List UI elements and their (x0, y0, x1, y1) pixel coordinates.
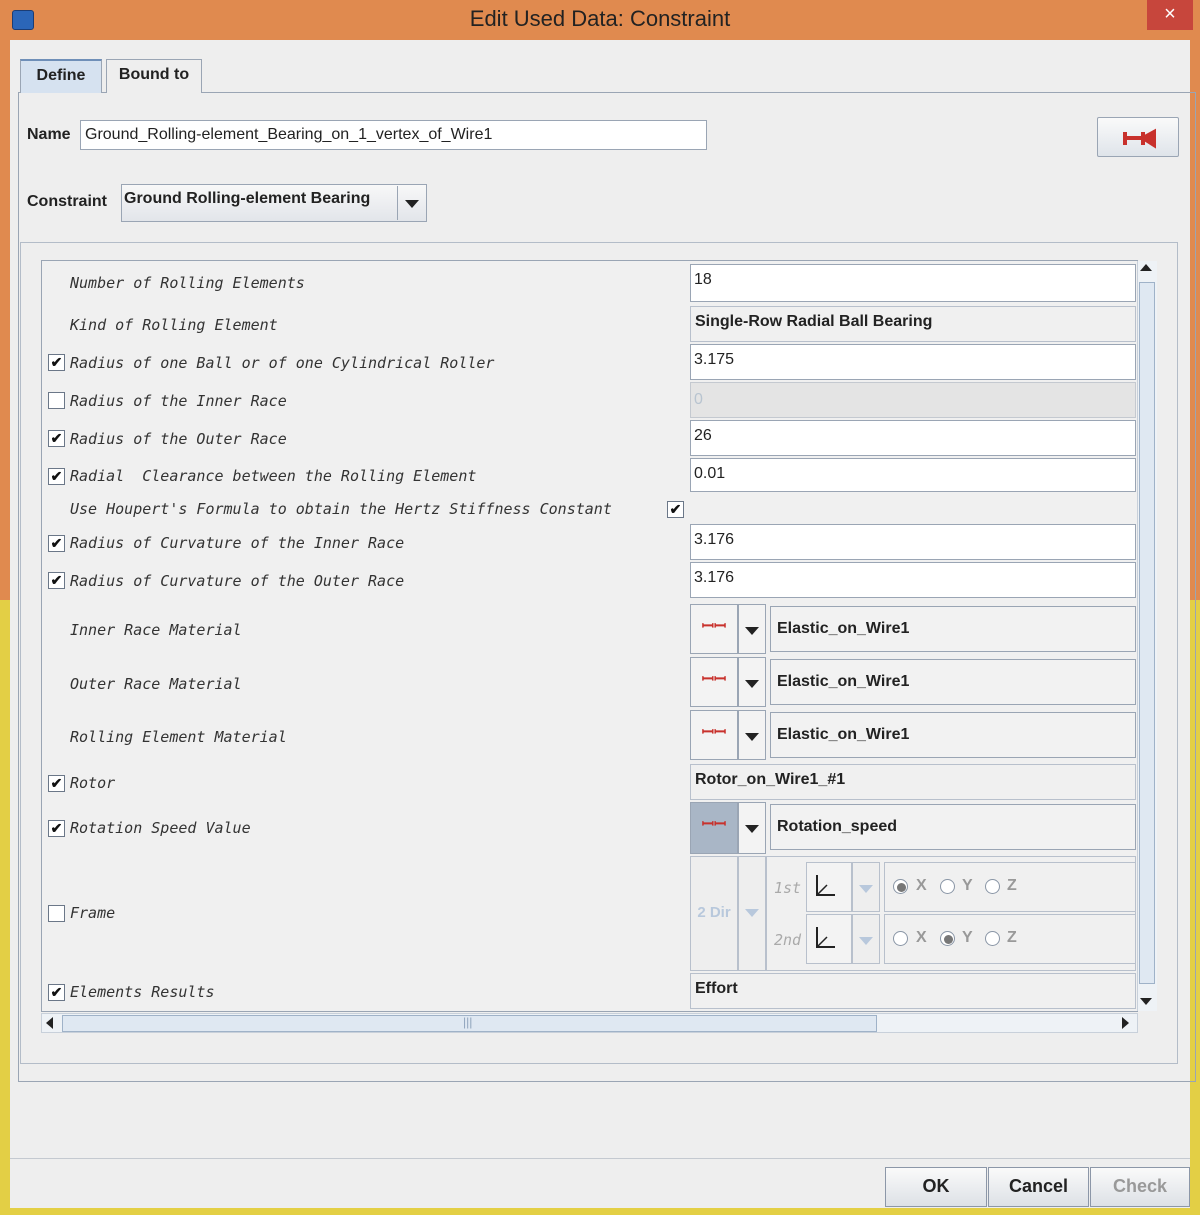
divider (10, 1158, 1190, 1159)
scroll-left-icon[interactable] (46, 1017, 53, 1029)
curv-outer-checkbox[interactable]: ✔ (48, 572, 65, 589)
first-y-label: Y (962, 877, 973, 894)
second-dir-label: 2nd (774, 931, 802, 949)
frame-checkbox[interactable] (48, 905, 65, 922)
row-label-inner-radius: Radius of the Inner Race (70, 392, 287, 410)
first-y-radio (940, 879, 955, 894)
scroll-grip: ||| (463, 1015, 473, 1029)
inner-mat-dropdown[interactable] (738, 604, 766, 654)
row-label-roll-mat: Rolling Element Material (70, 728, 287, 746)
outer-mat-value[interactable]: Elastic_on_Wire1 (770, 659, 1136, 705)
link-icon[interactable]: ꟷꟷ (690, 657, 738, 707)
inner-radius-checkbox[interactable] (48, 392, 65, 409)
curv-inner-input[interactable]: 3.176 (690, 524, 1136, 560)
name-input[interactable]: Ground_Rolling-element_Bearing_on_1_vert… (80, 120, 707, 150)
houpert-checkbox[interactable]: ✔ (667, 501, 684, 518)
speed-dropdown[interactable] (738, 802, 766, 854)
rotor-value[interactable]: Rotor_on_Wire1_#1 (690, 764, 1136, 800)
pin-button[interactable] (1097, 117, 1179, 157)
curv-inner-checkbox[interactable]: ✔ (48, 535, 65, 552)
row-label-num-rolling: Number of Rolling Elements (70, 274, 305, 292)
axis-icon (806, 914, 852, 964)
row-label-clearance: Radial Clearance between the Rolling Ele… (70, 467, 477, 485)
first-z-label: Z (1007, 877, 1017, 894)
cancel-button[interactable]: Cancel (988, 1167, 1089, 1207)
second-y-label: Y (962, 929, 973, 946)
window-title: Edit Used Data: Constraint (469, 6, 731, 31)
outer-radius-checkbox[interactable]: ✔ (48, 430, 65, 447)
tab-bound-to[interactable]: Bound to (106, 59, 202, 93)
first-z-radio (985, 879, 1000, 894)
outer-mat-dropdown[interactable] (738, 657, 766, 707)
frame-mode-dropdown (738, 856, 766, 971)
ok-button[interactable]: OK (885, 1167, 987, 1207)
row-label-results: Elements Results (70, 983, 215, 1001)
speed-value[interactable]: Rotation_speed (770, 804, 1136, 850)
second-z-radio (985, 931, 1000, 946)
scroll-up-icon[interactable] (1140, 264, 1152, 271)
second-y-radio (940, 931, 955, 946)
rotor-checkbox[interactable]: ✔ (48, 775, 65, 792)
frame-mode: 2 Dir (690, 856, 738, 971)
row-label-houpert: Use Houpert's Formula to obtain the Hert… (70, 500, 612, 518)
results-value[interactable]: Effort (690, 973, 1136, 1009)
row-label-speed: Rotation Speed Value (70, 819, 251, 837)
roll-mat-value[interactable]: Elastic_on_Wire1 (770, 712, 1136, 758)
row-label-ball-radius: Radius of one Ball or of one Cylindrical… (70, 354, 495, 372)
scroll-right-icon[interactable] (1122, 1017, 1129, 1029)
first-dir-dropdown (852, 862, 880, 912)
second-x-label: X (916, 929, 927, 946)
link-icon[interactable]: ꟷꟷ (690, 802, 738, 854)
first-x-label: X (916, 877, 927, 894)
chevron-down-icon (745, 627, 759, 635)
roll-mat-dropdown[interactable] (738, 710, 766, 760)
curv-outer-input[interactable]: 3.176 (690, 562, 1136, 598)
clearance-input[interactable]: 0.01 (690, 458, 1136, 492)
row-label-outer-mat: Outer Race Material (70, 675, 242, 693)
row-label-kind: Kind of Rolling Element (70, 316, 278, 334)
row-label-frame: Frame (70, 904, 116, 922)
inner-mat-value[interactable]: Elastic_on_Wire1 (770, 606, 1136, 652)
chevron-down-icon (745, 825, 759, 833)
check-button[interactable]: Check (1090, 1167, 1190, 1207)
row-label-rotor: Rotor (70, 774, 116, 792)
outer-radius-input[interactable]: 26 (690, 420, 1136, 456)
row-label-inner-mat: Inner Race Material (70, 621, 242, 639)
clearance-checkbox[interactable]: ✔ (48, 468, 65, 485)
ball-radius-input[interactable]: 3.175 (690, 344, 1136, 380)
name-label: Name (27, 126, 71, 143)
kind-value[interactable]: Single-Row Radial Ball Bearing (690, 306, 1136, 342)
row-label-curv-outer: Radius of Curvature of the Outer Race (70, 572, 405, 590)
constraint-label: Constraint (27, 193, 107, 210)
first-x-radio (893, 879, 908, 894)
scroll-down-icon[interactable] (1140, 998, 1152, 1005)
num-rolling-input[interactable]: 18 (690, 264, 1136, 302)
row-label-curv-inner: Radius of Curvature of the Inner Race (70, 534, 405, 552)
close-button[interactable]: × (1147, 0, 1193, 30)
constraint-value: Ground Rolling-element Bearing (124, 190, 371, 207)
ball-radius-checkbox[interactable]: ✔ (48, 354, 65, 371)
second-x-radio (893, 931, 908, 946)
results-checkbox[interactable]: ✔ (48, 984, 65, 1001)
speed-checkbox[interactable]: ✔ (48, 820, 65, 837)
second-z-label: Z (1007, 929, 1017, 946)
link-icon[interactable]: ꟷꟷ (690, 710, 738, 760)
chevron-down-icon (745, 733, 759, 741)
vertical-scroll-thumb[interactable] (1139, 282, 1155, 984)
inner-radius-input: 0 (690, 382, 1136, 418)
chevron-down-icon (745, 680, 759, 688)
axis-icon (806, 862, 852, 912)
first-dir-label: 1st (774, 879, 802, 897)
link-icon[interactable]: ꟷꟷ (690, 604, 738, 654)
pin-icon (1123, 128, 1156, 149)
row-label-outer-radius: Radius of the Outer Race (70, 430, 287, 448)
chevron-down-icon[interactable] (397, 186, 425, 220)
tab-define[interactable]: Define (20, 59, 102, 93)
second-dir-dropdown (852, 914, 880, 964)
